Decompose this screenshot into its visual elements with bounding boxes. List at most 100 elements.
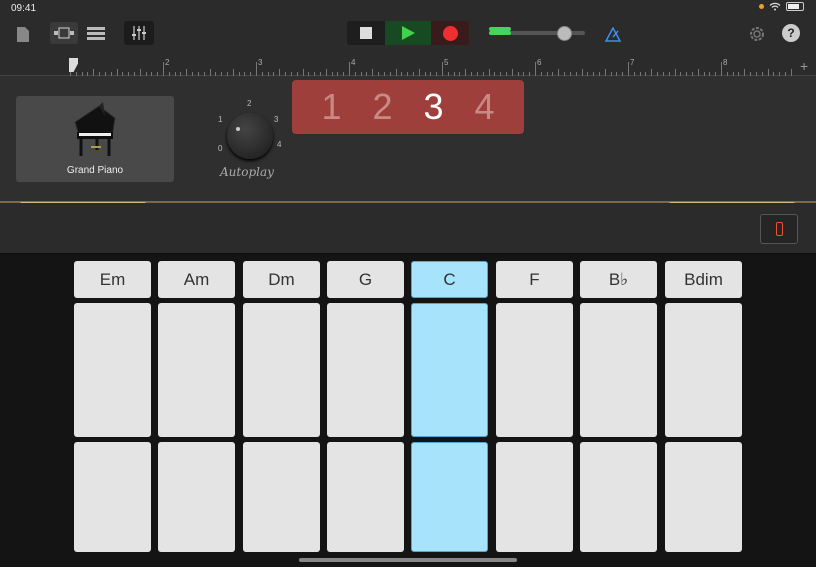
autoplay-position-label: 4 [277, 140, 282, 149]
chord-strip-grid: Em Am Dm G C F B♭ Bdim [0, 255, 816, 567]
controls-strip [0, 203, 816, 254]
tracks-view-icon[interactable] [50, 22, 78, 44]
volume-slider-thumb[interactable] [557, 26, 572, 41]
chord-pad-lower[interactable] [243, 442, 320, 552]
autoplay-knob[interactable] [227, 113, 273, 159]
chord-pad-upper[interactable] [580, 303, 657, 437]
section-button-3[interactable]: 3 [414, 86, 454, 128]
chord-pad-lower[interactable] [411, 442, 488, 552]
instrument-selector[interactable]: Grand Piano [16, 96, 174, 182]
record-button[interactable] [431, 21, 469, 45]
knob-indicator [236, 127, 240, 131]
ruler-bar-label: 7 [630, 58, 635, 67]
ruler-tick [465, 69, 467, 76]
ruler-tick [790, 69, 792, 76]
chord-button[interactable]: Em [74, 261, 151, 298]
timeline-ruler[interactable]: 2 3 4 5 6 7 8 [0, 56, 816, 76]
list-view-icon[interactable] [84, 22, 108, 44]
chord-pad-upper[interactable] [411, 303, 488, 437]
chord-column-g: G [327, 261, 404, 552]
chord-pad-upper[interactable] [243, 303, 320, 437]
toolbar: ? [0, 16, 816, 56]
ruler-tick [721, 62, 722, 76]
ruler-bar-label: 8 [723, 58, 728, 67]
section-button-2[interactable]: 2 [363, 86, 403, 128]
autoplay-position-label: 3 [274, 115, 279, 124]
play-button[interactable] [385, 21, 431, 45]
status-time: 09:41 [11, 3, 37, 14]
autoplay-position-label: 1 [218, 115, 223, 124]
ruler-tick [604, 69, 606, 76]
instrument-panel: Grand Piano 0 1 2 3 4 Autoplay 1 2 3 4 [0, 76, 816, 202]
ruler-tick [651, 69, 653, 76]
ruler-tick [349, 62, 350, 76]
chord-column-bdim: Bdim [665, 261, 742, 552]
ruler-bar-label: 4 [351, 58, 356, 67]
chord-column-c: C [411, 261, 488, 552]
chord-pad-upper[interactable] [665, 303, 742, 437]
ruler-tick [442, 62, 443, 76]
section-button-4[interactable]: 4 [465, 86, 505, 128]
metronome-icon[interactable] [602, 24, 624, 44]
chord-pad-upper[interactable] [74, 303, 151, 437]
chord-pad-lower[interactable] [74, 442, 151, 552]
ruler-tick [558, 69, 560, 76]
instrument-name: Grand Piano [66, 165, 124, 176]
ruler-tick [186, 69, 188, 76]
help-icon[interactable]: ? [782, 24, 800, 42]
ruler-track: 2 3 4 5 6 7 8 [70, 56, 796, 76]
chord-button[interactable]: F [496, 261, 573, 298]
chord-column-dm: Dm [243, 261, 320, 552]
phone-icon [775, 222, 783, 236]
grand-piano-icon [74, 102, 116, 156]
chord-pad-lower[interactable] [496, 442, 573, 552]
ruler-tick [674, 69, 676, 76]
chord-column-bflat: B♭ [580, 261, 657, 552]
ruler-tick [581, 69, 583, 76]
mixer-icon[interactable] [124, 21, 154, 45]
stop-icon [360, 27, 372, 39]
record-icon [442, 25, 458, 41]
chord-pad-upper[interactable] [327, 303, 404, 437]
chord-button[interactable]: G [327, 261, 404, 298]
ruler-bar-label: 2 [165, 58, 170, 67]
ruler-tick [139, 69, 141, 76]
chord-button[interactable]: Dm [243, 261, 320, 298]
ruler-tick [372, 69, 374, 76]
autoplay-position-label: 2 [247, 99, 252, 108]
ruler-bar-label: 6 [537, 58, 542, 67]
ruler-tick [163, 62, 164, 76]
section-button-1[interactable]: 1 [312, 86, 352, 128]
settings-icon[interactable] [746, 23, 768, 45]
chord-pad-upper[interactable] [158, 303, 235, 437]
section-selector: 1 2 3 4 [292, 80, 524, 134]
ruler-tick [511, 69, 513, 76]
status-bar: 09:41 [0, 0, 816, 16]
autoplay-position-label: 0 [218, 144, 223, 153]
chord-pad-lower[interactable] [580, 442, 657, 552]
ruler-bar-label: 5 [444, 58, 449, 67]
ruler-tick [395, 69, 397, 76]
status-icons [759, 2, 804, 11]
chord-button[interactable]: B♭ [580, 261, 657, 298]
transport-controls [347, 21, 469, 45]
home-indicator [299, 558, 517, 562]
ruler-tick [628, 62, 629, 76]
chord-button[interactable]: Am [158, 261, 235, 298]
battery-icon [786, 2, 804, 11]
chord-pad-lower[interactable] [665, 442, 742, 552]
ruler-tick [209, 69, 211, 76]
file-icon[interactable] [14, 24, 32, 44]
ruler-tick [744, 69, 746, 76]
chord-button[interactable]: Bdim [665, 261, 742, 298]
chord-pad-lower[interactable] [158, 442, 235, 552]
ruler-tick [232, 69, 234, 76]
stop-button[interactable] [347, 21, 385, 45]
chord-pad-upper[interactable] [496, 303, 573, 437]
chord-button-selected[interactable]: C [411, 261, 488, 298]
add-section-button[interactable]: + [800, 58, 808, 74]
controls-toggle-button[interactable] [760, 214, 798, 244]
chord-column-em: Em [74, 261, 151, 552]
chord-pad-lower[interactable] [327, 442, 404, 552]
ruler-tick [325, 69, 327, 76]
